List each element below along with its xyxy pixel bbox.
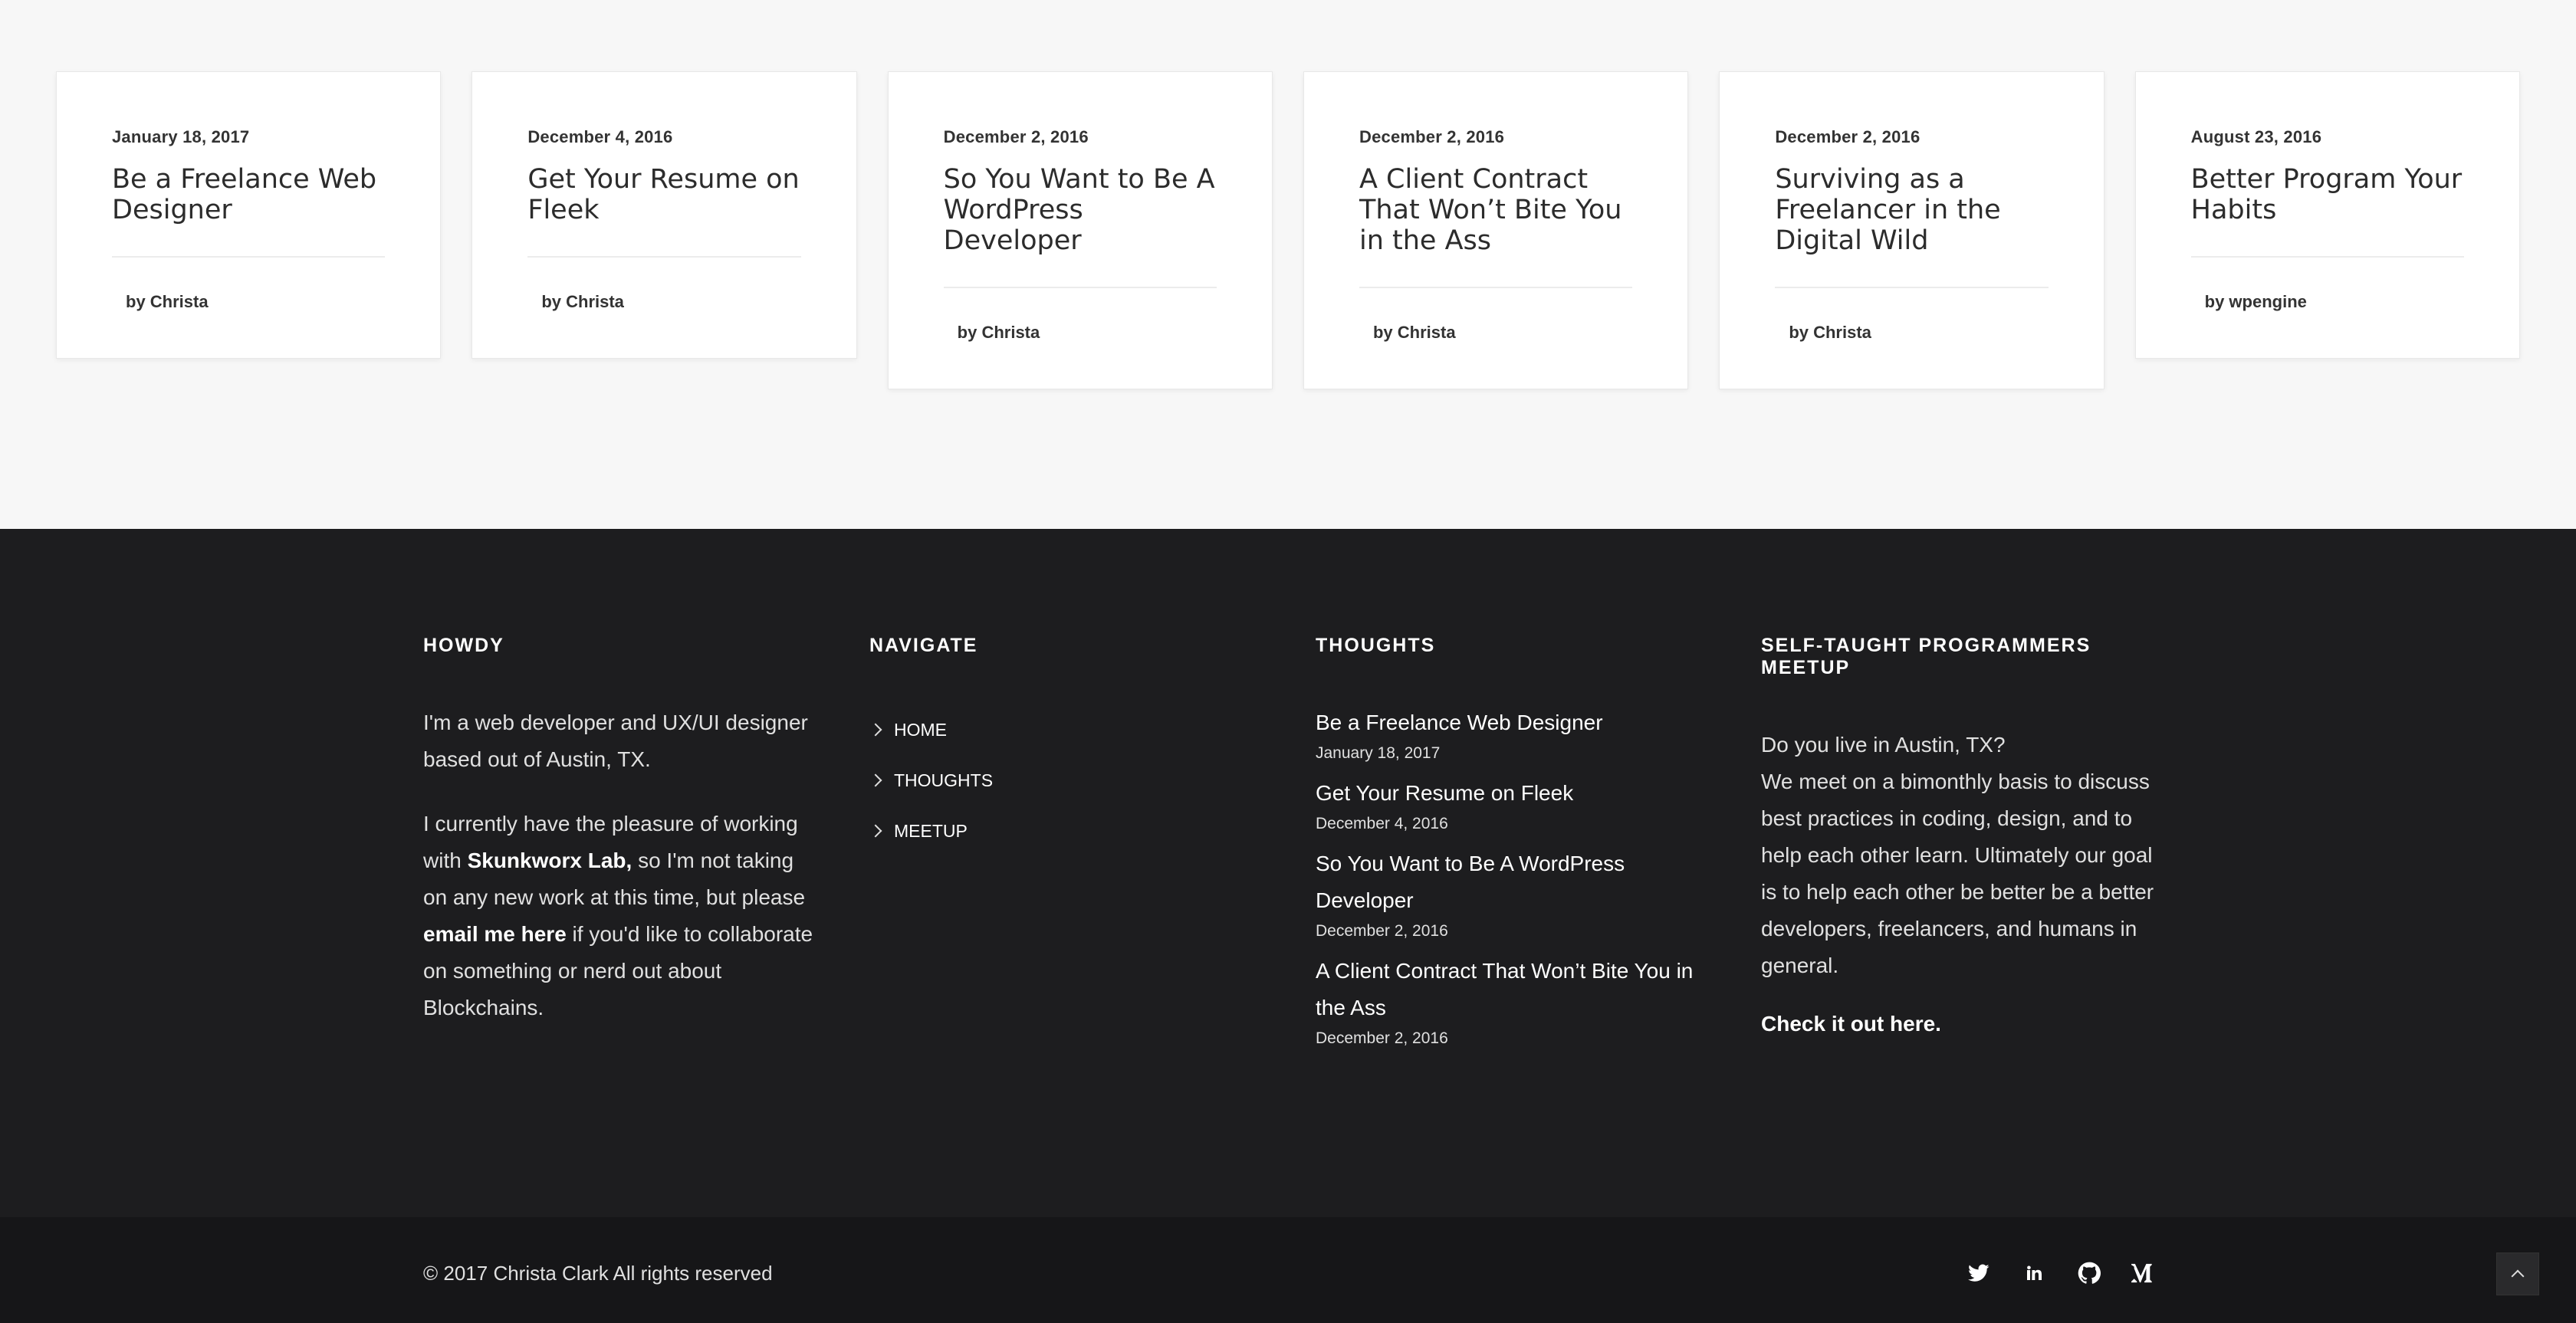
meetup-question: Do you live in Austin, TX?: [1761, 733, 2006, 757]
nav-label: THOUGHTS: [894, 770, 994, 790]
meetup-body: We meet on a bimonthly basis to discuss …: [1761, 770, 2154, 977]
thoughts-heading: THOUGHTS: [1316, 635, 1436, 656]
howdy-heading: HOWDY: [423, 635, 504, 656]
post-card[interactable]: December 4, 2016 Get Your Resume on Flee…: [472, 71, 857, 359]
github-icon[interactable]: [2073, 1257, 2105, 1289]
thought-item: Be a Freelance Web Designer January 18, …: [1316, 704, 1714, 763]
thought-date: December 2, 2016: [1316, 922, 1448, 940]
post-card[interactable]: December 2, 2016 So You Want to Be A Wor…: [887, 71, 1273, 389]
linkedin-icon[interactable]: [2018, 1257, 2050, 1289]
thought-link[interactable]: Get Your Resume on Fleek: [1316, 775, 1714, 812]
howdy-intro: I'm a web developer and UX/UI designer b…: [423, 711, 808, 771]
medium-icon[interactable]: [2128, 1257, 2160, 1289]
post-title[interactable]: So You Want to Be A WordPress Developer: [943, 164, 1217, 288]
scroll-to-top-button[interactable]: [2496, 1252, 2539, 1295]
post-card[interactable]: December 2, 2016 Surviving as a Freelanc…: [1719, 71, 2104, 389]
thought-date: January 18, 2017: [1316, 744, 1441, 762]
chevron-right-icon: [869, 824, 882, 838]
post-cards: January 18, 2017 Be a Freelance Web Desi…: [56, 71, 2520, 389]
post-author[interactable]: by Christa: [1359, 323, 1632, 343]
twitter-icon[interactable]: [1963, 1257, 1995, 1289]
nav-item-meetup[interactable]: MEETUP: [869, 806, 1237, 856]
thought-link[interactable]: Be a Freelance Web Designer: [1316, 704, 1714, 741]
post-title[interactable]: Be a Freelance Web Designer: [112, 164, 386, 258]
post-card[interactable]: December 2, 2016 A Client Contract That …: [1303, 71, 1689, 389]
thought-link[interactable]: A Client Contract That Won’t Bite You in…: [1316, 953, 1714, 1026]
nav-item-home[interactable]: HOME: [869, 704, 1237, 755]
meetup-heading: SELF-TAUGHT PROGRAMMERS MEETUP: [1761, 635, 2091, 678]
post-date: December 4, 2016: [527, 127, 673, 146]
post-author[interactable]: by wpengine: [2191, 292, 2464, 312]
thought-date: December 2, 2016: [1316, 1029, 1448, 1047]
thought-item: A Client Contract That Won’t Bite You in…: [1316, 953, 1714, 1048]
post-date: December 2, 2016: [943, 127, 1089, 146]
footer-howdy: HOWDY I'm a web developer and UX/UI desi…: [423, 635, 814, 1054]
footer-navigate: NAVIGATE HOME THOUGHTS MEETUP: [869, 635, 1237, 856]
post-date: August 23, 2016: [2190, 127, 2322, 146]
skunkworx-link[interactable]: Skunkworx Lab,: [468, 849, 632, 872]
chevron-right-icon: [869, 773, 882, 787]
thought-link[interactable]: So You Want to Be A WordPress Developer: [1316, 845, 1714, 919]
thought-date: December 4, 2016: [1316, 815, 1448, 832]
social-links: [1963, 1257, 2160, 1289]
post-title[interactable]: A Client Contract That Won’t Bite You in…: [1359, 164, 1633, 288]
post-title[interactable]: Surviving as a Freelancer in the Digital…: [1775, 164, 2049, 288]
meetup-text: Do you live in Austin, TX? We meet on a b…: [1761, 727, 2160, 984]
post-date: December 2, 2016: [1359, 127, 1505, 146]
footer-thoughts: THOUGHTS Be a Freelance Web Designer Jan…: [1316, 635, 1714, 1060]
email-link[interactable]: email me here: [423, 922, 567, 946]
copyright: © 2017 Christa Clark All rights reserved: [423, 1262, 773, 1285]
post-date: December 2, 2016: [1775, 127, 1921, 146]
site-footer: HOWDY I'm a web developer and UX/UI desi…: [0, 529, 2576, 1217]
post-date: January 18, 2017: [112, 127, 250, 146]
post-author[interactable]: by Christa: [1775, 323, 2048, 343]
nav-item-thoughts[interactable]: THOUGHTS: [869, 755, 1237, 806]
nav-label: MEETUP: [894, 820, 968, 841]
post-card[interactable]: August 23, 2016 Better Program Your Habi…: [2134, 71, 2520, 359]
chevron-right-icon: [869, 723, 882, 737]
nav-label: HOME: [894, 719, 947, 740]
thought-item: So You Want to Be A WordPress Developer …: [1316, 845, 1714, 941]
howdy-body: I currently have the pleasure of working…: [423, 806, 814, 1026]
post-author[interactable]: by Christa: [944, 323, 1217, 343]
post-card[interactable]: January 18, 2017 Be a Freelance Web Desi…: [56, 71, 442, 359]
post-title[interactable]: Get Your Resume on Fleek: [527, 164, 801, 258]
footer-meetup: SELF-TAUGHT PROGRAMMERS MEETUP Do you li…: [1761, 635, 2160, 1036]
post-author[interactable]: by Christa: [527, 292, 800, 312]
navigate-heading: NAVIGATE: [869, 635, 978, 656]
post-author[interactable]: by Christa: [112, 292, 385, 312]
post-title[interactable]: Better Program Your Habits: [2190, 164, 2464, 258]
bottom-bar: © 2017 Christa Clark All rights reserved: [0, 1217, 2576, 1323]
thought-item: Get Your Resume on Fleek December 4, 201…: [1316, 775, 1714, 833]
chevron-up-icon: [2511, 1269, 2525, 1283]
meetup-link[interactable]: Check it out here.: [1761, 1012, 2160, 1036]
